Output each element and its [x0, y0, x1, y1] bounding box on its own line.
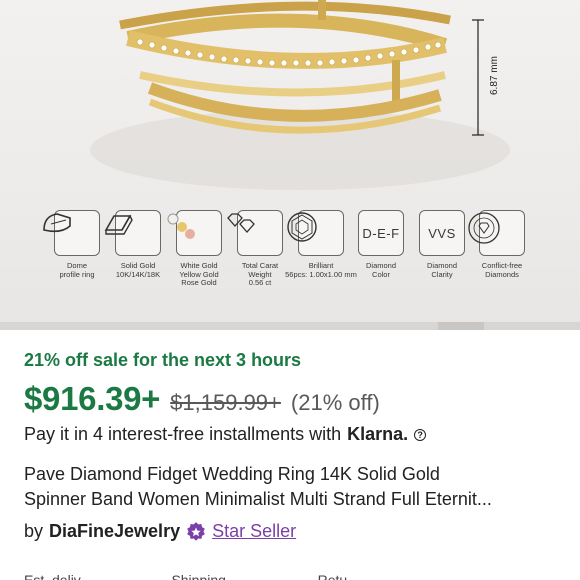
product-image[interactable]: 6.87 mm Dome profile ring Solid Gold 10K/1…	[0, 0, 580, 330]
seller-by-label: by	[24, 521, 44, 541]
seller-row: by DiaFineJewelry Star Seller	[24, 521, 296, 542]
listing-title: Pave Diamond Fidget Wedding Ring 14K Sol…	[24, 462, 564, 512]
clarity-grade-text: VVS	[428, 225, 456, 241]
help-icon[interactable]: ?	[414, 428, 427, 441]
klarna-logo: Klarna.	[347, 424, 409, 444]
conflict-free-icon	[468, 210, 525, 256]
listing-title-line: Spinner Band Women Minimalist Multi Stra…	[24, 489, 492, 509]
shop-name-link[interactable]: DiaFineJewelry	[49, 521, 180, 542]
feature-caption: 10K/14K/18K	[115, 269, 161, 279]
feature-caption: Rose Gold	[181, 278, 217, 287]
current-price: $916.39+	[24, 380, 161, 417]
price-row: $916.39+ $1,159.99+ (21% off)	[24, 380, 380, 418]
installments-row[interactable]: Pay it in 4 interest-free installments w…	[24, 424, 427, 445]
color-grade-text: D-E-F	[362, 225, 400, 241]
clarity-grade-icon: VVS	[419, 210, 465, 256]
feature-caption: Clarity	[431, 269, 453, 279]
feature-conflict-free: Conflict-free Diamonds	[466, 210, 538, 279]
dome-profile-icon	[43, 210, 100, 256]
gold-bar-icon	[104, 210, 161, 256]
carousel-scroll-track[interactable]	[0, 322, 580, 330]
feature-caption: Diamonds	[485, 269, 519, 279]
star-seller-icon	[187, 521, 205, 541]
feature-caption: 0.56 ct	[248, 278, 272, 287]
tab-returns[interactable]: Retu...	[318, 572, 359, 580]
installments-text: Pay it in 4 interest-free installments w…	[24, 424, 342, 444]
listing-title-line: Pave Diamond Fidget Wedding Ring 14K Sol…	[24, 464, 440, 484]
discount-label: (21% off)	[290, 390, 380, 415]
color-grade-icon: D-E-F	[358, 210, 404, 256]
measurement-label: 6.87 mm	[489, 56, 500, 95]
carousel-scroll-thumb[interactable]	[438, 322, 484, 330]
feature-row: Dome profile ring Solid Gold 10K/14K/18K W…	[0, 210, 580, 320]
feature-caption: Color	[372, 269, 390, 279]
color-dots-icon	[167, 210, 222, 256]
tab-delivery[interactable]: Est. deliv...	[24, 572, 91, 580]
brilliant-cut-icon	[287, 210, 344, 256]
diamonds-icon	[227, 210, 283, 256]
sale-banner: 21% off sale for the next 3 hours	[24, 350, 302, 370]
tab-shipping[interactable]: Shipping...	[171, 572, 237, 580]
original-price: $1,159.99+	[170, 390, 281, 415]
feature-caption: profile ring	[59, 269, 95, 279]
star-seller-link[interactable]: Star Seller	[212, 521, 296, 542]
bottom-info-tabs: Est. deliv... Shipping... Retu...	[24, 572, 359, 580]
